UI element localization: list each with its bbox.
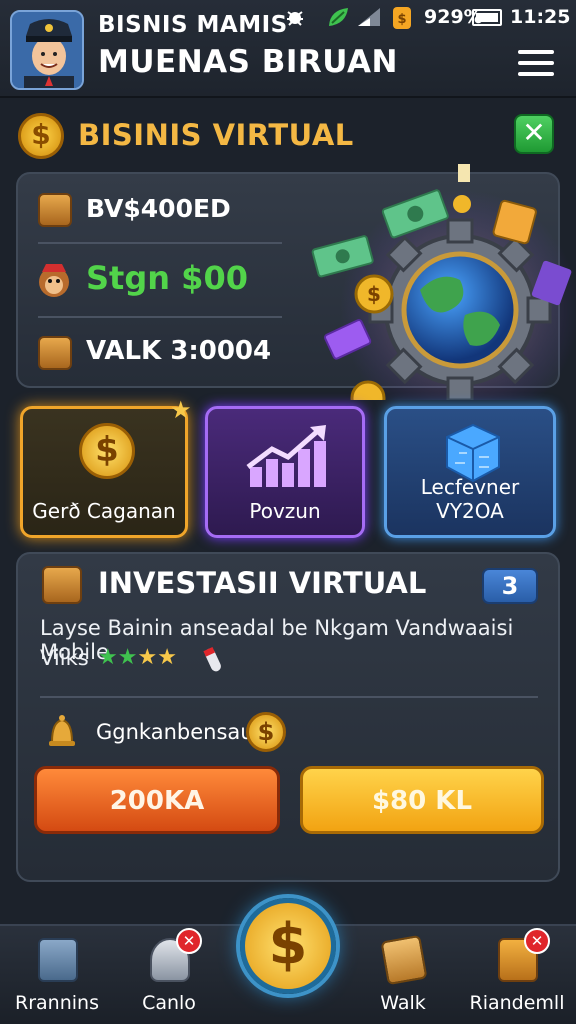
close-badge-icon: ✕: [176, 928, 202, 954]
nav-label: Rrannins: [15, 992, 99, 1014]
buy-button[interactable]: $80 KL: [300, 766, 544, 834]
card-chart[interactable]: Povzun: [205, 406, 365, 538]
box-icon: [38, 193, 72, 227]
battery-icon: [472, 9, 502, 26]
stat-line-3: VALK 3:0004: [86, 336, 272, 366]
coin-search-icon: $: [18, 113, 64, 159]
bell-icon: [44, 712, 80, 750]
nav-label: Walk: [380, 992, 426, 1014]
star-icon: ★: [98, 645, 118, 670]
app-subtitle: MUENAS BIRUAN: [98, 44, 398, 80]
divider: [38, 242, 282, 244]
svg-text:$: $: [397, 12, 406, 27]
coin-icon: $: [79, 423, 135, 479]
clock-time: 11:25: [510, 6, 571, 28]
card-coin[interactable]: $ Gerð Caganan: [20, 406, 188, 538]
svg-text:$: $: [367, 282, 381, 306]
card-cube[interactable]: Lecfevner VY2OA: [384, 406, 556, 538]
scroll-icon: [380, 934, 428, 986]
monkey-icon: [34, 260, 74, 300]
card-label: Gerð Caganan: [32, 499, 176, 523]
nav-item-canlo[interactable]: ✕ Canlo: [114, 928, 224, 1024]
close-badge-icon: ✕: [524, 928, 550, 954]
signal-icon: [356, 6, 382, 33]
game-leaf-icon: [326, 6, 352, 33]
nav-item-walk[interactable]: Walk: [348, 928, 458, 1024]
chart-up-icon: [244, 423, 332, 489]
officer-avatar-icon: [12, 12, 82, 88]
app-name: BISNIS MAMIS: [98, 12, 288, 38]
section-title: BISINIS VIRTUAL: [78, 118, 354, 152]
nav-label: Canlo: [142, 992, 196, 1014]
avatar[interactable]: [10, 10, 84, 90]
rocket-icon: [200, 644, 226, 678]
box-icon: [38, 336, 72, 370]
star-icon: ★: [117, 645, 138, 670]
star-icon: ★: [170, 396, 192, 424]
count-badge: 3: [482, 568, 538, 604]
star-icon: ★: [137, 645, 158, 670]
nav-label: Riandemll: [469, 992, 565, 1014]
stat-line-1: BV$400ED: [86, 194, 231, 223]
reward-label: Ggnkanbensau: [96, 720, 254, 744]
divider: [38, 316, 282, 318]
star-rating: ★★★★: [98, 645, 177, 670]
center-coin-button[interactable]: $: [240, 898, 336, 994]
investment-title: INVESTASII VIRTUAL: [98, 566, 427, 600]
investment-description-line2: Viiks: [40, 646, 89, 670]
cube-icon: [445, 423, 501, 483]
box-icon: [38, 938, 78, 982]
star-icon: ★: [157, 645, 177, 670]
invest-button[interactable]: 200KA: [34, 766, 280, 834]
divider: [40, 696, 538, 698]
coin-icon: $: [246, 712, 286, 752]
close-button[interactable]: ✕: [514, 114, 554, 154]
box-icon: [42, 566, 82, 604]
coin-status-icon: $: [392, 6, 412, 35]
globe-gear-illustration: $: [292, 160, 576, 430]
card-label: Lecfevner VY2OA: [420, 475, 520, 523]
stat-line-2: Stgn $00: [86, 259, 248, 297]
bug-icon: [284, 6, 306, 33]
card-label: Povzun: [249, 499, 321, 523]
nav-item-riandemll[interactable]: ✕ Riandemll: [462, 928, 572, 1024]
hamburger-menu-icon[interactable]: [518, 50, 554, 76]
nav-item-rrannins[interactable]: Rrannins: [2, 928, 112, 1024]
